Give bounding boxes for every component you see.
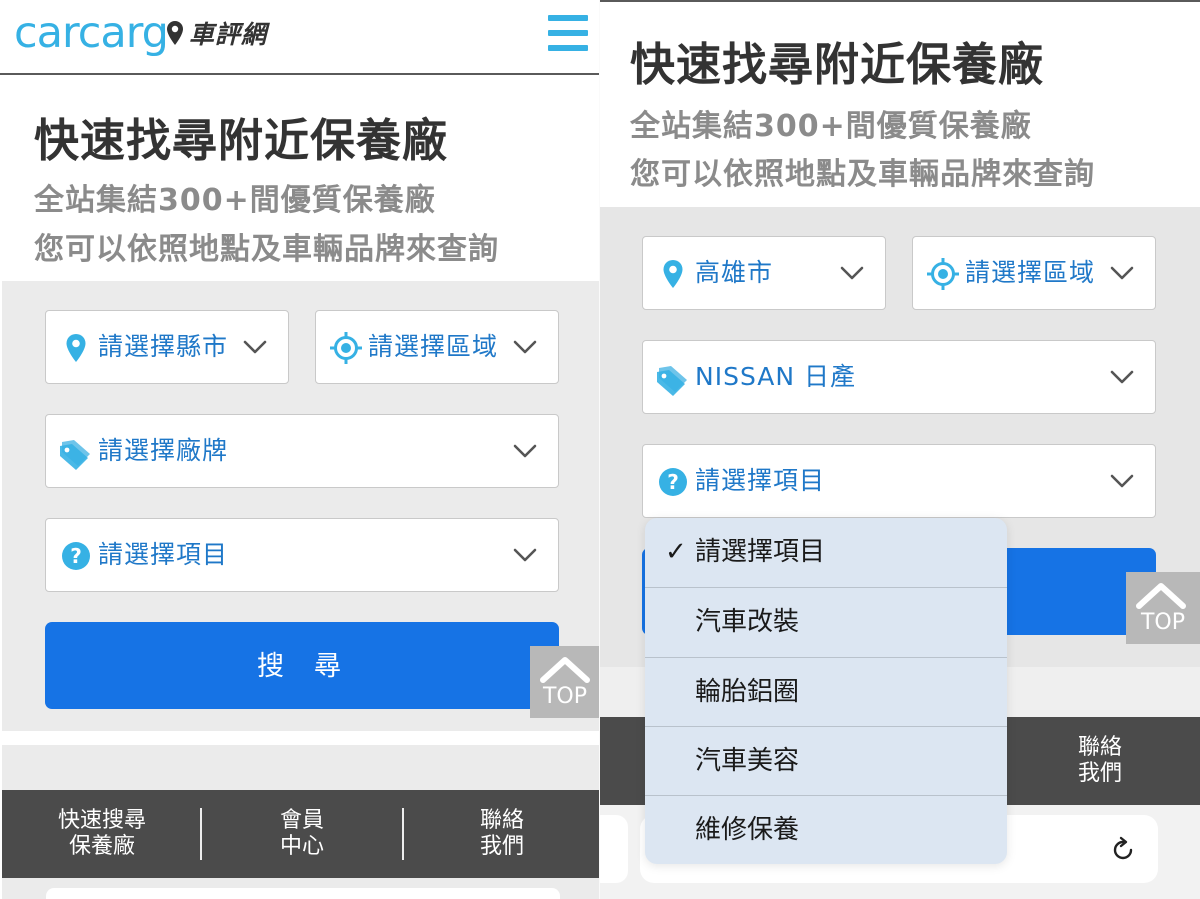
content-section-bg (2, 745, 600, 791)
location-pin-icon (663, 260, 683, 288)
reload-icon[interactable] (1108, 835, 1138, 865)
chevron-down-icon (1110, 266, 1134, 280)
dropdown-option-label: 汽車改裝 (695, 607, 800, 637)
service-select-label: 請選擇項目 (695, 466, 826, 495)
nav-contact-us[interactable]: 聯絡 我們 (402, 790, 600, 878)
chevron-down-icon (1110, 370, 1134, 384)
brand-select[interactable]: NISSAN 日產 (642, 340, 1156, 414)
chevron-down-icon (513, 444, 537, 458)
nav-quick-search[interactable]: 快速搜尋 保養廠 (2, 790, 202, 878)
service-select[interactable]: ? 請選擇項目 (45, 518, 559, 592)
chevron-down-icon (513, 548, 537, 562)
bottom-nav-bar: 快速搜尋 保養廠 會員 中心 聯絡 我們 (2, 790, 600, 878)
crosshair-target-icon (927, 258, 959, 290)
svg-text:?: ? (667, 470, 679, 494)
district-select-label: 請選擇區域 (368, 332, 499, 361)
site-logo[interactable]: carcarg 車評網 (14, 10, 267, 56)
chevron-down-icon (1110, 474, 1134, 488)
page-subtitle-line1: 全站集結300+間優質保養廠 (630, 109, 1032, 144)
dropdown-option[interactable]: 維修保養 (645, 796, 1007, 864)
page-subtitle-line2: 您可以依照地點及車輛品牌來查詢 (34, 232, 499, 267)
city-select[interactable]: 請選擇縣市 (45, 310, 289, 384)
question-icon: ? (62, 542, 90, 570)
district-select-label: 請選擇區域 (965, 258, 1096, 287)
nav-member-line2: 中心 (279, 834, 324, 859)
nav-contact-us[interactable]: 聯絡 我們 (1000, 717, 1200, 805)
dropdown-option[interactable]: 汽車改裝 (645, 588, 1007, 657)
page-title: 快速找尋附近保養廠 (34, 114, 449, 167)
service-select-label: 請選擇項目 (98, 540, 229, 569)
partial-card (46, 888, 560, 899)
dropdown-option-label: 輪胎鋁圈 (695, 677, 800, 707)
logo-cjk-text: 車評網 (188, 20, 267, 49)
dropdown-option[interactable]: 輪胎鋁圈 (645, 658, 1007, 727)
chevron-down-icon (840, 266, 864, 280)
search-button[interactable]: 搜尋 (45, 622, 559, 709)
city-select[interactable]: 高雄市 (642, 236, 886, 310)
back-to-top-button[interactable]: TOP (530, 646, 600, 718)
dropdown-option-selected[interactable]: ✓ 請選擇項目 (645, 518, 1007, 587)
nav-quick-search-line1: 快速搜尋 (57, 808, 146, 833)
tag-icon (60, 440, 90, 470)
city-select-label: 高雄市 (695, 258, 774, 287)
nav-quick-search-line2: 保養廠 (68, 834, 135, 859)
brand-select-label: 請選擇廠牌 (98, 436, 229, 465)
page-title: 快速找尋附近保養廠 (630, 38, 1045, 91)
site-header: carcarg 車評網 (0, 0, 600, 75)
service-dropdown-menu: ✓ 請選擇項目 汽車改裝 輪胎鋁圈 汽車美容 維修保養 (645, 518, 1007, 864)
nav-contact-line1: 聯絡 (1077, 735, 1122, 760)
top-label: TOP (1140, 610, 1186, 635)
nav-contact-line2: 我們 (1077, 761, 1122, 786)
page-bottom-area (2, 878, 600, 899)
svg-text:?: ? (70, 544, 82, 568)
hamburger-menu-icon[interactable] (548, 15, 588, 51)
dropdown-option-label: 請選擇項目 (695, 537, 826, 567)
chevron-down-icon (243, 340, 267, 354)
district-select[interactable]: 請選擇區域 (315, 310, 559, 384)
service-select[interactable]: ? 請選擇項目 (642, 444, 1156, 518)
brand-select-label: NISSAN 日產 (695, 362, 857, 391)
logo-pin-icon (166, 21, 183, 45)
header-border (600, 0, 1200, 2)
question-icon: ? (659, 468, 687, 496)
nav-contact-line1: 聯絡 (479, 808, 524, 833)
left-screenshot: carcarg 車評網 快速找尋附近保養廠 全站集結300+間優質保養廠 您可以… (0, 0, 600, 899)
dropdown-option-label: 汽車美容 (695, 746, 800, 776)
dropdown-option[interactable]: 汽車美容 (645, 727, 1007, 796)
page-subtitle-line2: 您可以依照地點及車輛品牌來查詢 (630, 157, 1095, 192)
location-pin-icon (66, 334, 86, 362)
city-select-label: 請選擇縣市 (98, 332, 229, 361)
page-subtitle-line1: 全站集結300+間優質保養廠 (34, 183, 436, 218)
back-to-top-button[interactable]: TOP (1126, 572, 1200, 644)
chevron-down-icon (513, 340, 537, 354)
chevron-up-icon (1136, 583, 1186, 609)
crosshair-target-icon (330, 332, 362, 364)
nav-member-center[interactable]: 會員 中心 (202, 790, 402, 878)
nav-contact-line2: 我們 (479, 834, 524, 859)
checkmark-icon: ✓ (665, 537, 687, 567)
nav-member-line1: 會員 (279, 808, 324, 833)
district-select[interactable]: 請選擇區域 (912, 236, 1156, 310)
brand-select[interactable]: 請選擇廠牌 (45, 414, 559, 488)
logo-text: carcarg (14, 8, 169, 58)
top-label: TOP (542, 684, 588, 709)
dropdown-option-label: 維修保養 (695, 815, 800, 845)
tag-icon (657, 366, 687, 396)
tab-button[interactable] (600, 815, 628, 883)
chevron-up-icon (540, 657, 590, 683)
